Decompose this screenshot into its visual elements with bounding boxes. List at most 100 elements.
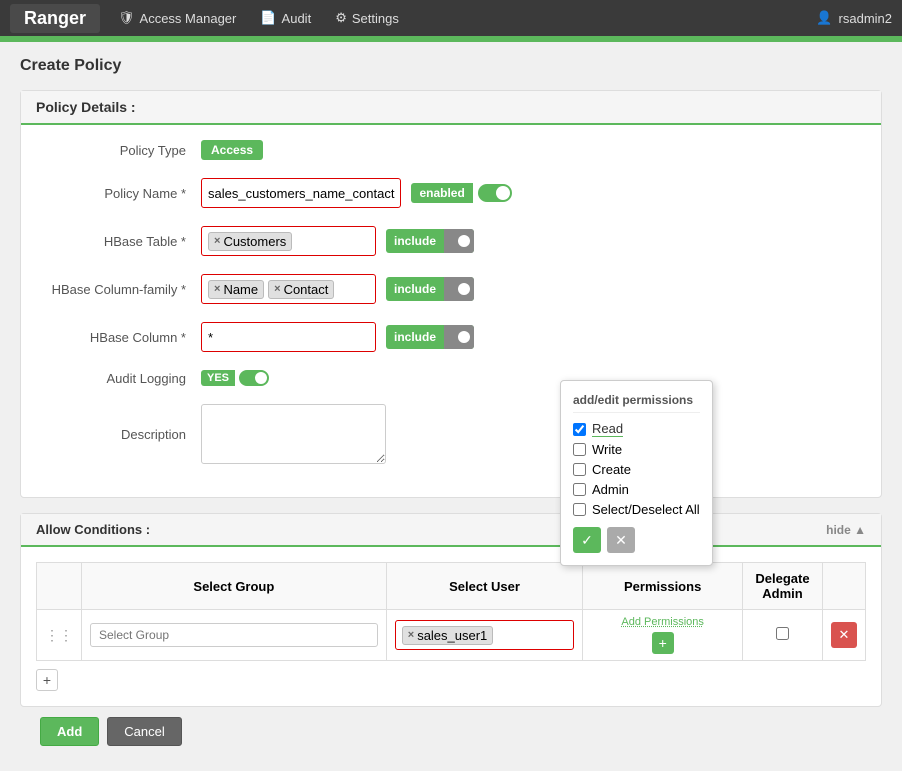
hbase-table-include-label: include bbox=[386, 234, 444, 248]
allow-conditions-header: Allow Conditions : hide ▲ bbox=[21, 514, 881, 547]
policy-type-label: Policy Type bbox=[41, 143, 201, 158]
hbase-column-family-include-toggle[interactable]: include bbox=[386, 277, 474, 301]
hbase-table-tag-close[interactable]: × bbox=[214, 235, 220, 247]
drag-col-header bbox=[37, 563, 82, 610]
cancel-button[interactable]: Cancel bbox=[107, 717, 181, 746]
hbase-column-row: HBase Column * * include bbox=[41, 322, 861, 352]
audit-logging-label: Audit Logging bbox=[41, 371, 201, 386]
permission-create-row: Create bbox=[573, 462, 700, 477]
popup-ok-button[interactable]: ✓ bbox=[573, 527, 601, 553]
select-group-input[interactable] bbox=[90, 623, 378, 647]
policy-details-header: Policy Details : bbox=[21, 91, 881, 125]
select-user-cell: × sales_user1 bbox=[386, 610, 583, 661]
delete-cell: ✕ bbox=[823, 610, 866, 661]
permission-write-row: Write bbox=[573, 442, 700, 457]
page-title: Create Policy bbox=[20, 57, 882, 75]
contact-tag-close[interactable]: × bbox=[274, 283, 280, 295]
name-tag-close[interactable]: × bbox=[214, 283, 220, 295]
top-navigation: Ranger 🛡 Access Manager 📄 Audit ⚙ Settin… bbox=[0, 0, 902, 36]
permission-write-checkbox[interactable] bbox=[573, 443, 586, 456]
description-label: Description bbox=[41, 427, 201, 442]
permission-read-label[interactable]: Read bbox=[592, 421, 623, 437]
brand-logo: Ranger bbox=[10, 4, 100, 33]
permission-select-all-checkbox[interactable] bbox=[573, 503, 586, 516]
hbase-column-family-label: HBase Column-family * bbox=[41, 282, 201, 297]
permissions-popup: add/edit permissions Read Write Create A… bbox=[560, 380, 713, 566]
add-permissions-label[interactable]: Add Permissions bbox=[591, 616, 734, 628]
policy-name-row: Policy Name * sales_customers_name_conta… bbox=[41, 178, 861, 208]
allow-conditions-body: Select Group Select User Permissions Del… bbox=[21, 547, 881, 706]
hbase-column-family-input[interactable]: × Name × Contact bbox=[201, 274, 376, 304]
audit-logging-toggle[interactable]: YES bbox=[201, 370, 269, 386]
user-icon: 👤 bbox=[816, 10, 832, 26]
audit-icon: 📄 bbox=[260, 10, 276, 26]
hbase-column-family-include-switch[interactable] bbox=[444, 277, 474, 301]
add-row-button[interactable]: + bbox=[36, 669, 58, 691]
hbase-column-family-include-label: include bbox=[386, 282, 444, 296]
permissions-cell: Add Permissions + bbox=[583, 610, 743, 661]
hbase-table-include-toggle[interactable]: include bbox=[386, 229, 474, 253]
nav-settings[interactable]: ⚙ Settings bbox=[323, 4, 411, 32]
description-textarea[interactable] bbox=[201, 404, 386, 464]
permissions-header: Permissions bbox=[583, 563, 743, 610]
hbase-column-input[interactable]: * bbox=[201, 322, 376, 352]
enabled-switch[interactable] bbox=[478, 184, 512, 202]
delete-row-button[interactable]: ✕ bbox=[831, 622, 857, 648]
hbase-column-include-label: include bbox=[386, 330, 444, 344]
permissions-popup-title: add/edit permissions bbox=[573, 393, 700, 413]
permission-read-checkbox[interactable] bbox=[573, 423, 586, 436]
hbase-table-label: HBase Table * bbox=[41, 234, 201, 249]
permission-select-all-row: Select/Deselect All bbox=[573, 502, 700, 517]
hbase-column-label: HBase Column * bbox=[41, 330, 201, 345]
action-col-header bbox=[823, 563, 866, 610]
hbase-column-include-toggle[interactable]: include bbox=[386, 325, 474, 349]
permission-admin-label[interactable]: Admin bbox=[592, 482, 629, 497]
permission-select-all-label[interactable]: Select/Deselect All bbox=[592, 502, 700, 517]
permission-write-label[interactable]: Write bbox=[592, 442, 622, 457]
audit-logging-row: Audit Logging YES bbox=[41, 370, 861, 386]
shield-icon: 🛡 bbox=[118, 10, 135, 26]
audit-switch[interactable] bbox=[239, 370, 269, 386]
drag-handle-icon[interactable]: ⋮⋮ bbox=[45, 627, 73, 643]
add-permissions-area: Add Permissions + bbox=[591, 616, 734, 654]
table-row: ⋮⋮ × sales_user1 bbox=[37, 610, 866, 661]
permission-create-label[interactable]: Create bbox=[592, 462, 631, 477]
sales-user-tag-close[interactable]: × bbox=[408, 629, 414, 641]
add-permissions-button[interactable]: + bbox=[652, 632, 674, 654]
delegate-admin-checkbox[interactable] bbox=[776, 627, 789, 640]
policy-name-input[interactable]: sales_customers_name_contact bbox=[201, 178, 401, 208]
select-group-header: Select Group bbox=[82, 563, 387, 610]
description-row: Description bbox=[41, 404, 861, 464]
nav-access-manager[interactable]: 🛡 Access Manager bbox=[106, 4, 248, 32]
hbase-table-include-switch[interactable] bbox=[444, 229, 474, 253]
select-user-tag: × sales_user1 bbox=[402, 626, 494, 645]
permission-admin-checkbox[interactable] bbox=[573, 483, 586, 496]
add-button[interactable]: Add bbox=[40, 717, 99, 746]
permission-create-checkbox[interactable] bbox=[573, 463, 586, 476]
delegate-admin-cell bbox=[743, 610, 823, 661]
policy-enabled-toggle[interactable]: enabled bbox=[411, 183, 511, 203]
hbase-column-include-switch[interactable] bbox=[444, 325, 474, 349]
policy-name-value: sales_customers_name_contact bbox=[208, 186, 394, 201]
delegate-admin-header: Delegate Admin bbox=[743, 563, 823, 610]
select-user-input[interactable]: × sales_user1 bbox=[395, 620, 575, 650]
conditions-table: Select Group Select User Permissions Del… bbox=[36, 562, 866, 661]
permission-admin-row: Admin bbox=[573, 482, 700, 497]
allow-conditions-title: Allow Conditions : bbox=[36, 522, 150, 537]
select-group-cell bbox=[82, 610, 387, 661]
permission-read-row: Read bbox=[573, 421, 700, 437]
hbase-column-family-tag-name: × Name bbox=[208, 280, 264, 299]
drag-handle-cell: ⋮⋮ bbox=[37, 610, 82, 661]
allow-conditions-section: Allow Conditions : hide ▲ Select Group S… bbox=[20, 513, 882, 707]
nav-audit[interactable]: 📄 Audit bbox=[248, 4, 323, 32]
popup-cancel-button[interactable]: ✕ bbox=[607, 527, 635, 553]
select-user-header: Select User bbox=[386, 563, 583, 610]
policy-type-row: Policy Type Access bbox=[41, 140, 861, 160]
hbase-table-input[interactable]: × Customers bbox=[201, 226, 376, 256]
policy-name-label: Policy Name * bbox=[41, 186, 201, 201]
policy-type-badge: Access bbox=[201, 140, 263, 160]
hbase-table-row: HBase Table * × Customers include bbox=[41, 226, 861, 256]
settings-icon: ⚙ bbox=[335, 10, 347, 26]
permissions-popup-box: add/edit permissions Read Write Create A… bbox=[560, 380, 713, 566]
hide-link[interactable]: hide ▲ bbox=[826, 523, 866, 537]
